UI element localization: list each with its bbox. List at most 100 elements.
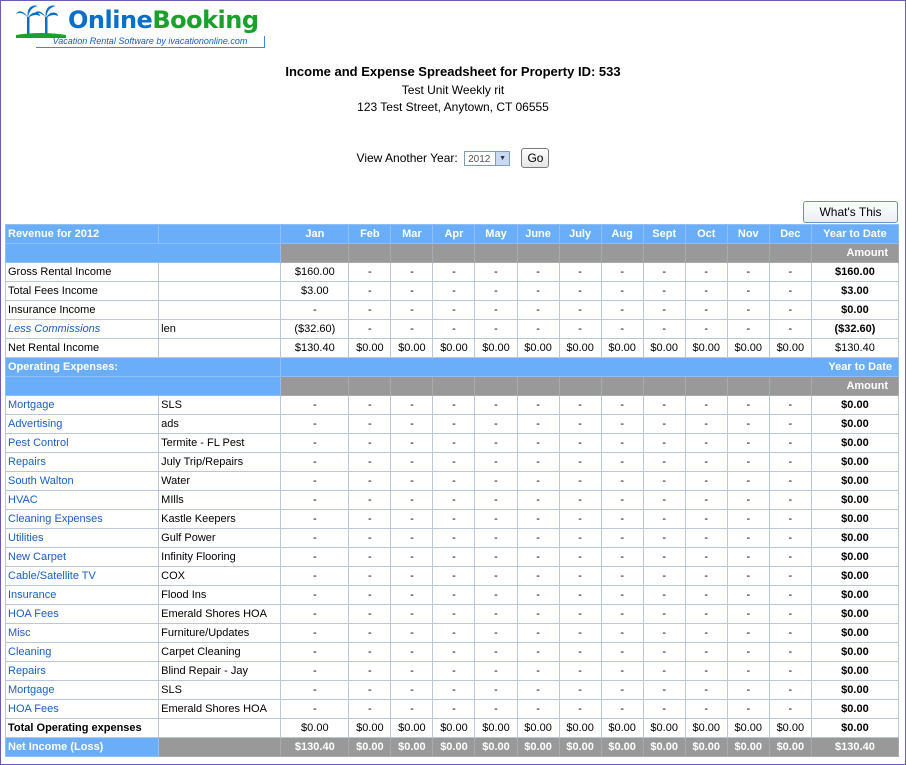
revenue-value: - xyxy=(642,262,686,282)
expense-link-cable-satellite-tv[interactable]: Cable/Satellite TV xyxy=(4,566,160,586)
revenue-value: - xyxy=(348,319,392,339)
whats-this-button[interactable]: What's This xyxy=(803,201,898,223)
expense-value: - xyxy=(280,471,350,491)
expense-value: - xyxy=(280,528,350,548)
expense-row: South Walton Water - - - - - - - - - - - - $0.00 xyxy=(4,471,900,491)
expense-value: - xyxy=(684,490,728,510)
expense-value: - xyxy=(726,566,770,586)
net-rental-value: $0.00 xyxy=(684,338,728,358)
unit-name: Test Unit Weekly rit xyxy=(401,83,505,97)
subheader-blank xyxy=(4,243,282,263)
net-income-value: $0.00 xyxy=(348,737,392,757)
expense-link-hvac[interactable]: HVAC xyxy=(4,490,160,510)
expense-value: - xyxy=(432,661,476,681)
expense-value: - xyxy=(390,509,434,529)
revenue-value: - xyxy=(474,262,518,282)
subheader-month-blank xyxy=(684,376,728,396)
subheader-month-blank xyxy=(642,243,686,263)
expense-ytd: $0.00 xyxy=(810,699,900,719)
expense-row: Cleaning Expenses Kastle Keepers - - - - - - - - -… xyxy=(4,509,900,529)
expense-value: - xyxy=(768,566,812,586)
expense-value: - xyxy=(642,642,686,662)
revenue-value: - xyxy=(600,300,644,320)
expense-value: - xyxy=(768,547,812,567)
expense-row: Advertising ads - - - - - - - - - - - - $0.00 xyxy=(4,414,900,434)
expense-link-cleaning[interactable]: Cleaning xyxy=(4,642,160,662)
expense-value: - xyxy=(726,642,770,662)
expense-link-south-walton[interactable]: South Walton xyxy=(4,471,160,491)
online-booking-logo[interactable]: OnlineBooking Vacation Rental Software b… xyxy=(16,4,265,48)
chevron-down-icon[interactable]: ▼ xyxy=(495,151,510,165)
expense-note: Furniture/Updates xyxy=(158,623,282,643)
revenue-ytd: ($32.60) xyxy=(810,319,900,339)
expense-link-hoa-fees[interactable]: HOA Fees xyxy=(4,604,160,624)
expense-value: - xyxy=(684,623,728,643)
net-income-value: $0.00 xyxy=(432,737,476,757)
net-rental-income-row: Net Rental Income $130.40 $0.00 $0.00 $0.00 $… xyxy=(4,338,900,358)
expense-value: - xyxy=(348,490,392,510)
expense-link-mortgage[interactable]: Mortgage xyxy=(4,395,160,415)
expense-value: - xyxy=(280,566,350,586)
revenue-value: - xyxy=(432,300,476,320)
property-address: 123 Test Street, Anytown, CT 06555 xyxy=(357,100,549,114)
expense-ytd: $0.00 xyxy=(810,661,900,681)
subheader-month-blank xyxy=(474,376,518,396)
subheader-month-blank xyxy=(558,243,602,263)
expense-link-cleaning-expenses[interactable]: Cleaning Expenses xyxy=(4,509,160,529)
expense-link-repairs[interactable]: Repairs xyxy=(4,661,160,681)
expense-value: - xyxy=(390,547,434,567)
expense-link-advertising[interactable]: Advertising xyxy=(4,414,160,434)
expense-link-repairs[interactable]: Repairs xyxy=(4,452,160,472)
logo-wordmark: OnlineBooking xyxy=(68,6,259,34)
page-title: Income and Expense Spreadsheet for Prope… xyxy=(285,64,621,79)
revenue-value: $160.00 xyxy=(280,262,350,282)
year-select[interactable]: 2012 ▼ xyxy=(464,150,511,166)
net-rental-value: $0.00 xyxy=(600,338,644,358)
revenue-value: - xyxy=(280,300,350,320)
expense-value: - xyxy=(474,528,518,548)
revenue-value: - xyxy=(558,281,602,301)
expense-link-utilities[interactable]: Utilities xyxy=(4,528,160,548)
expense-value: - xyxy=(516,604,560,624)
expense-value: - xyxy=(432,642,476,662)
expense-link-insurance[interactable]: Insurance xyxy=(4,585,160,605)
expense-value: - xyxy=(348,566,392,586)
expenses-ytd-header: Year to Date xyxy=(280,357,899,377)
revenue-value: $3.00 xyxy=(280,281,350,301)
go-button[interactable]: Go xyxy=(521,148,550,168)
expense-value: - xyxy=(280,433,350,453)
net-income-row: Net Income (Loss) $130.40 $0.00 $0.00 $0.00 $… xyxy=(4,737,900,757)
expense-value: - xyxy=(516,642,560,662)
total-expense-value: $0.00 xyxy=(726,718,770,738)
expense-link-pest-control[interactable]: Pest Control xyxy=(4,433,160,453)
revenue-note: len xyxy=(158,319,282,339)
logo-tagline: Vacation Rental Software by ivacationonl… xyxy=(36,36,265,48)
revenue-value: - xyxy=(432,319,476,339)
net-rental-income-label: Net Rental Income xyxy=(4,338,160,358)
expense-value: - xyxy=(348,452,392,472)
total-expense-value: $0.00 xyxy=(600,718,644,738)
expense-link-misc[interactable]: Misc xyxy=(4,623,160,643)
expense-value: - xyxy=(726,547,770,567)
expense-value: - xyxy=(642,623,686,643)
expense-link-new-carpet[interactable]: New Carpet xyxy=(4,547,160,567)
expense-value: - xyxy=(768,528,812,548)
expense-value: - xyxy=(642,680,686,700)
expense-link-hoa-fees[interactable]: HOA Fees xyxy=(4,699,160,719)
total-expense-value: $0.00 xyxy=(432,718,476,738)
expense-value: - xyxy=(390,585,434,605)
expense-value: - xyxy=(600,680,644,700)
expense-value: - xyxy=(516,471,560,491)
expense-value: - xyxy=(474,680,518,700)
expense-value: - xyxy=(280,642,350,662)
expense-value: - xyxy=(600,452,644,472)
subheader-month-blank xyxy=(432,376,476,396)
less-commissions-link[interactable]: Less Commissions xyxy=(4,319,160,339)
year-picker-label: View Another Year: xyxy=(356,151,458,165)
expense-link-mortgage[interactable]: Mortgage xyxy=(4,680,160,700)
revenue-note xyxy=(158,281,282,301)
expense-value: - xyxy=(390,699,434,719)
expense-value: - xyxy=(726,661,770,681)
expense-ytd: $0.00 xyxy=(810,433,900,453)
revenue-value: - xyxy=(348,262,392,282)
